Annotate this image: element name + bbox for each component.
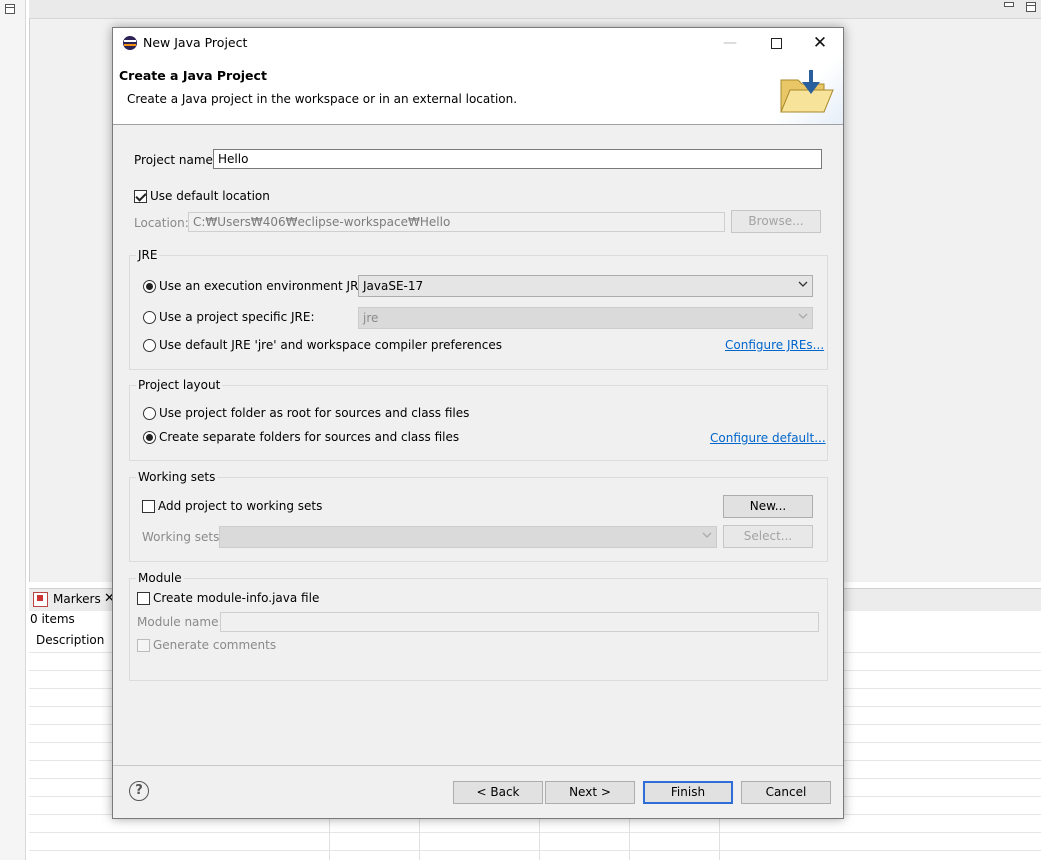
use-default-location-checkbox[interactable]	[134, 190, 147, 203]
eclipse-icon	[123, 36, 137, 50]
jre-project-specific-radio[interactable]	[143, 311, 156, 324]
jre-group-title: JRE	[136, 248, 160, 262]
add-to-working-sets-label[interactable]: Add project to working sets	[158, 499, 322, 513]
items-count: 0 items	[30, 612, 75, 626]
module-name-label: Module name:	[137, 615, 223, 629]
select-working-sets-button[interactable]: Select...	[723, 525, 813, 548]
left-trim-bar	[0, 0, 26, 860]
chevron-down-icon	[702, 532, 712, 538]
project-specific-jre-select[interactable]: jre	[358, 307, 813, 329]
module-title: Module	[136, 571, 184, 585]
configure-default-link[interactable]: Configure default...	[710, 431, 826, 445]
add-to-working-sets-checkbox[interactable]	[142, 500, 155, 513]
new-working-set-button[interactable]: New...	[723, 495, 813, 518]
minimize-view-icon[interactable]	[1004, 2, 1014, 7]
jre-project-specific-label[interactable]: Use a project specific JRE:	[159, 310, 315, 324]
editor-toolbar	[29, 0, 1041, 19]
markers-tab[interactable]: Markers	[53, 592, 101, 606]
new-java-project-dialog: New Java Project — ✕ Create a Java Proje…	[112, 27, 844, 819]
module-name-input[interactable]	[220, 612, 819, 632]
layout-separate-radio[interactable]	[143, 431, 156, 444]
layout-root-label[interactable]: Use project folder as root for sources a…	[159, 406, 469, 420]
column-description[interactable]: Description	[36, 633, 104, 647]
working-sets-group	[129, 477, 828, 562]
use-default-location-label[interactable]: Use default location	[150, 189, 270, 203]
chevron-down-icon	[798, 313, 808, 319]
close-button[interactable]: ✕	[797, 28, 843, 58]
maximize-icon	[770, 37, 782, 49]
jre-default-label[interactable]: Use default JRE 'jre' and workspace comp…	[159, 338, 502, 352]
project-name-input[interactable]: Hello	[213, 149, 822, 169]
cancel-button[interactable]: Cancel	[741, 781, 831, 804]
execution-env-select[interactable]: JavaSE-17	[358, 275, 813, 297]
next-button[interactable]: Next >	[545, 781, 635, 804]
title-bar[interactable]: New Java Project — ✕	[113, 28, 843, 58]
browse-button[interactable]: Browse...	[731, 210, 821, 233]
finish-button[interactable]: Finish	[643, 781, 733, 804]
wizard-header: Create a Java Project Create a Java proj…	[113, 58, 843, 125]
create-module-info-checkbox[interactable]	[137, 592, 150, 605]
project-layout-title: Project layout	[136, 378, 223, 392]
minimize-button[interactable]: —	[707, 28, 753, 58]
markers-icon	[33, 592, 48, 607]
configure-jres-link[interactable]: Configure JREs...	[725, 338, 824, 352]
working-sets-label: Working sets:	[142, 530, 224, 544]
generate-comments-checkbox[interactable]	[137, 639, 150, 652]
help-icon[interactable]: ?	[129, 781, 149, 801]
create-module-info-label[interactable]: Create module-info.java file	[153, 591, 319, 605]
chevron-down-icon	[798, 281, 808, 287]
close-icon: ✕	[812, 33, 828, 53]
wizard-description: Create a Java project in the workspace o…	[127, 92, 518, 106]
dialog-title: New Java Project	[143, 35, 248, 50]
wizard-title: Create a Java Project	[119, 68, 267, 83]
project-layout-group	[129, 385, 828, 461]
execution-env-value: JavaSE-17	[363, 279, 424, 293]
working-sets-title: Working sets	[136, 470, 218, 484]
location-label: Location:	[134, 216, 189, 230]
layout-separate-label[interactable]: Create separate folders for sources and …	[159, 430, 459, 444]
project-name-label: Project name:	[134, 153, 217, 167]
jre-execution-env-radio[interactable]	[143, 280, 156, 293]
project-specific-jre-value: jre	[363, 311, 379, 325]
back-button[interactable]: < Back	[453, 781, 543, 804]
wizard-banner	[773, 58, 843, 124]
footer-separator	[113, 765, 843, 766]
working-sets-select[interactable]	[219, 526, 717, 548]
maximize-view-icon[interactable]	[1026, 2, 1036, 12]
generate-comments-label[interactable]: Generate comments	[153, 638, 276, 652]
restore-icon[interactable]	[5, 4, 15, 14]
layout-root-radio[interactable]	[143, 407, 156, 420]
jre-execution-env-label[interactable]: Use an execution environment JRE:	[159, 279, 370, 293]
location-input[interactable]: C:₩Users₩406₩eclipse-workspace₩Hello	[188, 212, 725, 232]
maximize-button[interactable]	[753, 28, 799, 58]
jre-default-radio[interactable]	[143, 339, 156, 352]
folder-icon	[780, 70, 834, 113]
